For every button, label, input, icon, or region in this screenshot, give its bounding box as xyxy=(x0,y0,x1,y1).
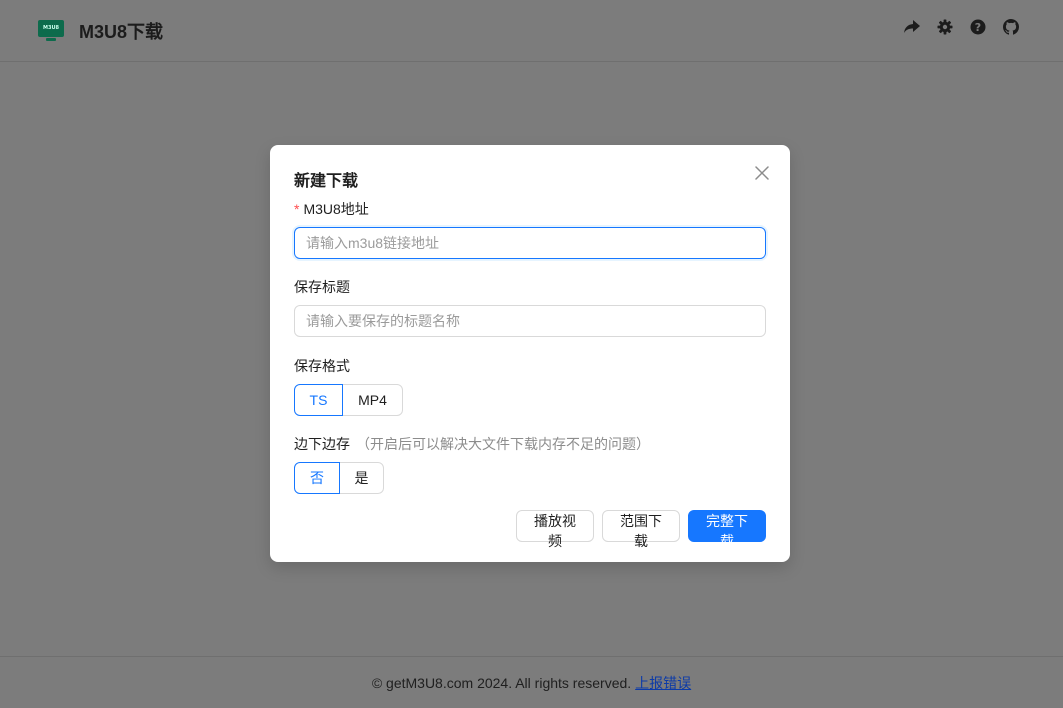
full-download-button[interactable]: 完整下载 xyxy=(688,510,766,549)
close-icon[interactable] xyxy=(754,165,770,181)
play-video-button[interactable]: 播放视频 xyxy=(516,510,594,549)
app-header: M3U8 M3U8下载 ? xyxy=(0,0,1063,62)
range-download-button[interactable]: 范围下载 xyxy=(602,510,680,549)
required-mark: * xyxy=(294,201,300,217)
format-label: 保存格式 xyxy=(294,358,350,374)
format-option-ts[interactable]: TS xyxy=(294,384,343,416)
url-label: * M3U8地址 xyxy=(294,199,369,219)
svg-text:?: ? xyxy=(975,21,981,34)
help-icon[interactable]: ? xyxy=(970,19,986,35)
m3u8-url-input[interactable] xyxy=(294,227,766,259)
stream-save-label-text: 边下边存 xyxy=(294,436,350,452)
new-download-dialog: 新建下载 *M3U8地址 保存标题 保存格式 TS MP4 边下边存 （开启后可以… xyxy=(270,145,790,562)
format-selector: TS MP4 xyxy=(294,384,403,416)
stream-save-hint: （开启后可以解决大文件下载内存不足的问题） xyxy=(356,436,650,452)
dialog-title: 新建下载 xyxy=(294,173,359,190)
save-title-input[interactable] xyxy=(294,305,766,337)
monitor-logo-icon: M3U8 xyxy=(38,19,64,42)
stream-save-label: 边下边存 （开启后可以解决大文件下载内存不足的问题） xyxy=(294,434,650,454)
share-icon[interactable] xyxy=(904,19,920,35)
header-icons: ? xyxy=(904,19,1019,35)
stream-option-yes[interactable]: 是 xyxy=(339,462,384,494)
title-label: 保存标题 xyxy=(294,279,350,295)
report-error-link[interactable]: 上报错误 xyxy=(635,673,691,693)
gear-icon[interactable] xyxy=(937,19,953,35)
url-label-text: M3U8地址 xyxy=(303,201,369,217)
github-icon[interactable] xyxy=(1003,19,1019,35)
copyright-text: © getM3U8.com 2024. All rights reserved. xyxy=(371,674,632,691)
logo-text: M3U8 xyxy=(43,25,59,31)
app-title: M3U8下载 xyxy=(79,21,164,42)
format-option-mp4[interactable]: MP4 xyxy=(342,384,403,416)
page-footer: © getM3U8.com 2024. All rights reserved.… xyxy=(0,656,1063,708)
stream-option-no[interactable]: 否 xyxy=(294,462,340,494)
stream-save-selector: 否 是 xyxy=(294,462,384,494)
